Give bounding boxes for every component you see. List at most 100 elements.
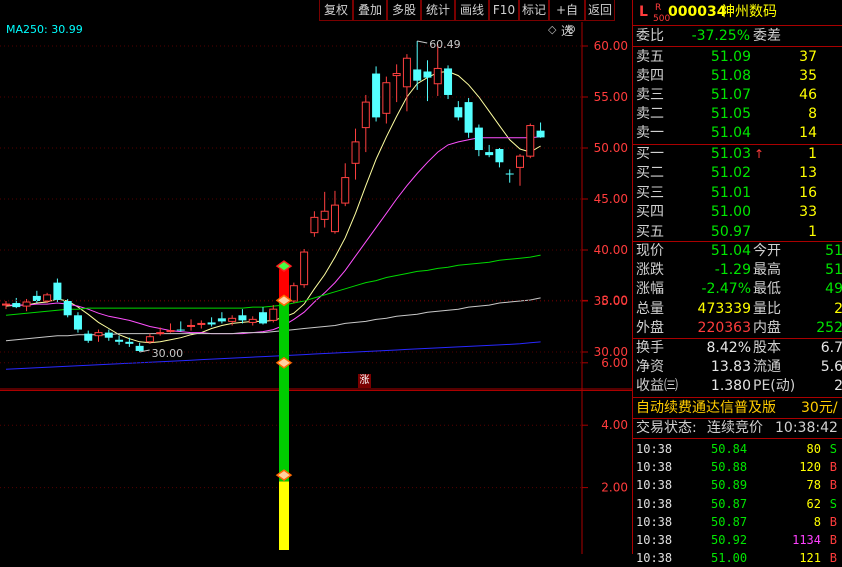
divider	[633, 25, 842, 26]
rise-badge[interactable]: 涨	[358, 374, 371, 388]
tick-row[interactable]: 10:38 50.84 80 S	[633, 440, 842, 458]
tick-price: 50.88	[711, 460, 748, 475]
ask-row[interactable]: 卖一 51.04 14	[633, 124, 842, 143]
candle-body	[84, 333, 93, 341]
stat-label-2: 最高	[753, 262, 781, 279]
candle-body	[320, 210, 329, 220]
ad-price[interactable]: 30元/	[801, 399, 838, 418]
bid-row[interactable]: 买四 51.00 33	[633, 203, 842, 222]
tick-time: 10:38	[636, 442, 673, 456]
toolbar-btn-biaoji[interactable]: 标记	[519, 0, 549, 21]
tick-price: 50.87	[711, 514, 748, 529]
stat2-value-2: 5.6	[820, 359, 842, 376]
stat2-value-2: 6.7	[820, 340, 842, 356]
stat-row: 总量 473339 量比 2	[633, 300, 842, 319]
divider	[633, 46, 842, 47]
candle-body	[2, 303, 10, 306]
ask-row[interactable]: 卖四 51.08 35	[633, 67, 842, 86]
tick-price: 50.89	[711, 478, 748, 493]
bid-volume: 33	[799, 204, 817, 221]
bid-row[interactable]: 买二 51.02 13	[633, 164, 842, 183]
candle-body	[310, 216, 319, 234]
tick-side: B	[829, 460, 837, 475]
indicator-y-tick-label: 8.00	[601, 293, 628, 307]
toolbar-btn-diejia[interactable]: 叠加	[353, 0, 387, 21]
bid-price: 51.02	[710, 165, 751, 182]
candle-body	[505, 173, 514, 175]
toolbar-btn-f10[interactable]: F10	[489, 0, 519, 21]
tick-row[interactable]: 10:38 50.89 78 B	[633, 476, 842, 494]
tick-row[interactable]: 10:38 50.87 62 S	[633, 495, 842, 513]
bid-row[interactable]: 买一 51.03 ↑ 1	[633, 145, 842, 164]
stat-value: -1.29	[714, 262, 751, 279]
ma-line-4	[5, 341, 541, 370]
ask-row[interactable]: 卖三 51.07 46	[633, 86, 842, 105]
tick-side: S	[829, 496, 837, 511]
ask-row[interactable]: 卖五 51.09 37	[633, 48, 842, 67]
candle-body	[433, 67, 442, 85]
bid-label: 买四	[636, 204, 664, 221]
tick-time: 10:38	[636, 551, 673, 566]
toolbar-btn-huaxian[interactable]: 画线	[455, 0, 489, 21]
tick-side: S	[829, 442, 837, 456]
tick-time: 10:38	[636, 533, 673, 547]
ask-volume: 37	[799, 49, 817, 65]
tick-price: 50.87	[711, 496, 748, 511]
stat2-label-2: PE(动)	[753, 378, 796, 395]
toolbar-btn-tongji[interactable]: 统计	[421, 0, 455, 21]
tick-volume: 120	[799, 460, 821, 475]
stat2-label: 收益㈢	[636, 378, 678, 395]
ad-text[interactable]: 自动续费通达信普及版	[636, 399, 776, 418]
bid-label: 买一	[636, 146, 664, 162]
candle-body	[382, 82, 391, 114]
candle-body	[526, 125, 535, 157]
divider	[633, 438, 842, 439]
status-value: 连续竞价	[707, 420, 763, 436]
candle-body	[495, 149, 504, 163]
kline-chart-svg[interactable]: 60.0055.0050.0045.0040.0035.0030.0060.49…	[0, 22, 632, 554]
diamond-icon[interactable]: ◇	[548, 23, 556, 36]
toolbar-btn-fanhui[interactable]: 返回	[585, 0, 615, 21]
bid-row[interactable]: 买三 51.01 16	[633, 184, 842, 203]
high-pointer	[417, 40, 428, 44]
tick-volume: 8	[813, 514, 821, 529]
candle-body	[423, 71, 432, 78]
kline-chart-area[interactable]: 60.00 55.00 50.00 45.00 40.00 35.00 30.00 60.49…	[0, 22, 632, 554]
tick-row[interactable]: 10:38 50.88 120 B	[633, 458, 842, 476]
candle-body	[351, 141, 360, 164]
toolbar-btn-zixuan[interactable]: +自选	[549, 0, 585, 38]
indicator-y-tick-label: 6.00	[601, 356, 628, 370]
tick-row[interactable]: 10:38 51.00 121 B	[633, 549, 842, 567]
ask-volume: 8	[808, 106, 817, 122]
close-icon[interactable]: ⊗	[566, 22, 576, 36]
up-arrow-icon: ↑	[754, 147, 765, 161]
ad-banner[interactable]: 自动续费通达信普及版 30元/	[633, 399, 842, 418]
bid-label: 买五	[636, 223, 664, 240]
ask-label: 卖三	[636, 87, 664, 103]
toolbar-btn-fuquan[interactable]: 复权	[319, 0, 353, 21]
stat2-value: 13.83	[710, 359, 751, 376]
stat2-row: 收益㈢ 1.380 PE(动) 2	[633, 377, 842, 396]
bid-row[interactable]: 买五 50.97 1	[633, 223, 842, 242]
candle-body	[53, 282, 62, 300]
candle-body	[259, 312, 267, 324]
candle-body	[217, 318, 226, 322]
stock-code: 000034	[668, 4, 727, 20]
bid-volume: 1	[808, 223, 817, 240]
candle-body	[22, 301, 31, 307]
toolbar-btn-duogu[interactable]: 多股	[387, 0, 421, 21]
ask-volume: 46	[799, 87, 817, 103]
ask-row[interactable]: 卖二 51.05 8	[633, 105, 842, 124]
tick-volume: 80	[806, 442, 821, 456]
stat-label: 外盘	[636, 319, 664, 336]
tick-row[interactable]: 10:38 50.92 1134 B	[633, 531, 842, 549]
low-price-label: 30.00	[152, 347, 184, 360]
market-l: L	[639, 4, 648, 20]
tick-time: 10:38	[636, 478, 673, 493]
tick-row[interactable]: 10:38 50.87 8 B	[633, 513, 842, 531]
tick-side: B	[829, 478, 837, 493]
candle-body	[187, 324, 196, 327]
stat2-value-2: 2	[834, 378, 842, 395]
weibi-label: 委比	[636, 28, 664, 44]
tick-volume: 1134	[792, 533, 821, 547]
